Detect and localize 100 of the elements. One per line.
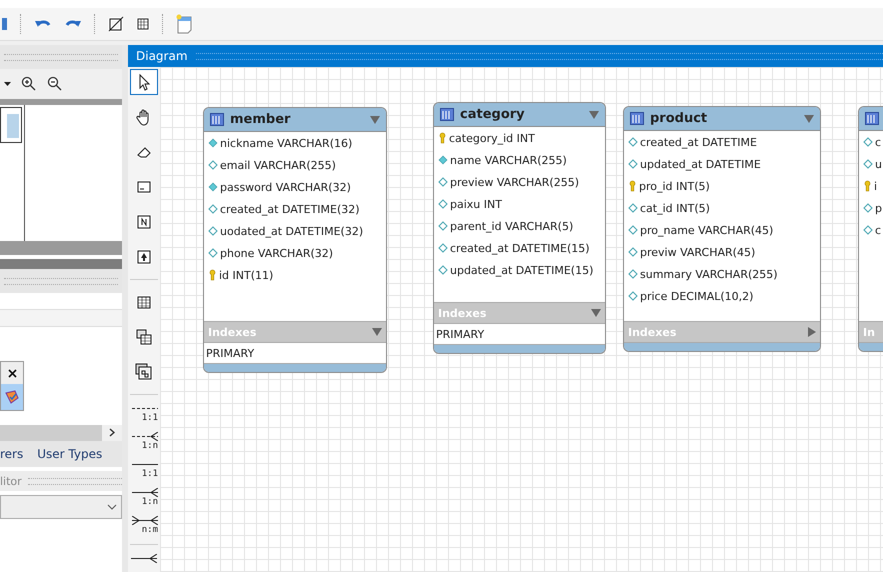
column-label: updated_at DATETIME(15) xyxy=(450,264,594,276)
column-label: i xyxy=(874,180,878,192)
collapse-triangle-icon[interactable] xyxy=(370,116,380,124)
search-field[interactable] xyxy=(0,310,122,327)
column-label: cat_id INT(5) xyxy=(640,202,710,214)
indexes-label: Indexes xyxy=(438,306,488,320)
table-card[interactable]: c u i p c In xyxy=(858,106,883,352)
note-tool-icon xyxy=(135,213,153,231)
column-label: previw VARCHAR(45) xyxy=(640,246,756,258)
grid-icon[interactable] xyxy=(136,17,150,31)
chevron-right-icon xyxy=(109,428,115,437)
table-card[interactable]: category category_id INT name VARCHAR(255) preview VARCHAR(255) paixu INT parent_id VARCHAR(5) created_at DATETIME(15) updated_at DATETIME(15) Indexes PRIMARY xyxy=(433,102,606,354)
image-tool-icon xyxy=(135,248,153,266)
relationship-tool[interactable]: 1:1 xyxy=(130,404,158,423)
column-label: created_at DATETIME xyxy=(640,136,757,148)
scrollbar-thumb[interactable] xyxy=(0,425,102,441)
diamond-icon xyxy=(208,182,218,192)
diamond-outline-icon xyxy=(628,137,638,147)
diamond-outline-icon xyxy=(438,243,448,253)
indexes-label: Indexes xyxy=(208,326,258,338)
relationship-line-icon xyxy=(132,432,158,441)
column-label: parent_id VARCHAR(5) xyxy=(450,220,574,232)
collapse-triangle-icon[interactable] xyxy=(589,110,599,118)
relationship-line-icon xyxy=(131,554,157,563)
panel-tab[interactable]: rers xyxy=(0,447,24,461)
diamond-outline-icon xyxy=(863,159,873,169)
key-icon xyxy=(863,180,872,192)
panel-tab[interactable]: User Types xyxy=(37,447,102,461)
key-icon xyxy=(628,180,637,192)
diamond-outline-icon xyxy=(208,248,218,258)
table-name: category xyxy=(460,107,526,122)
collapse-triangle-icon[interactable] xyxy=(372,328,382,336)
collapse-triangle-icon[interactable] xyxy=(591,309,601,317)
table-card[interactable]: product created_at DATETIME updated_at DATETIME pro_id INT(5) cat_id INT(5) pro_name VARCHAR(45) previw VARCHAR(45) summary VARCHAR(255) price DECIMAL(10,2) Indexes xyxy=(623,106,821,352)
relationship-tool[interactable]: 1:1 xyxy=(130,460,158,479)
relationship-tool[interactable]: n:m xyxy=(130,516,158,535)
relationship-line-icon xyxy=(132,516,158,525)
diamond-outline-icon xyxy=(863,225,873,235)
tool-button[interactable] xyxy=(130,69,158,95)
diamond-outline-icon xyxy=(863,137,873,147)
column-label: c xyxy=(875,224,882,236)
column-label: updated_at DATETIME xyxy=(640,158,761,170)
relationship-tool[interactable]: 1:n xyxy=(130,432,158,451)
toggle-grid-icon[interactable] xyxy=(108,16,124,32)
diamond-outline-icon xyxy=(628,247,638,257)
diamond-outline-icon xyxy=(208,160,218,170)
column-label: password VARCHAR(32) xyxy=(220,180,351,194)
column-label: email VARCHAR(255) xyxy=(220,158,336,172)
diamond-outline-icon xyxy=(208,226,218,236)
table-card[interactable]: member nickname VARCHAR(16) email VARCHAR(255) password VARCHAR(32) created_at DATETIME(32) uodated_at DATETIME(32) phone VARCHAR(32) id INT(11) Indexes PRIMARY xyxy=(203,107,387,373)
column-label: u xyxy=(875,158,882,170)
new-diagram-icon[interactable] xyxy=(176,14,192,34)
panel-title: Diagram xyxy=(136,49,188,63)
chevron-down-icon xyxy=(107,504,117,510)
index-label: PRIMARY xyxy=(436,328,484,340)
collapse-triangle-icon[interactable] xyxy=(804,114,814,122)
index-label: PRIMARY xyxy=(206,346,254,360)
column-label: name VARCHAR(255) xyxy=(450,154,567,166)
diamond-outline-icon xyxy=(628,159,638,169)
pencil-icon[interactable] xyxy=(5,390,19,404)
diamond-outline-icon xyxy=(438,265,448,275)
diagram-canvas[interactable] xyxy=(160,67,883,572)
column-label: pro_id INT(5) xyxy=(639,180,710,192)
relationship-line-icon xyxy=(132,488,158,497)
diamond-outline-icon xyxy=(438,177,448,187)
table-icon xyxy=(630,112,644,125)
key-icon xyxy=(438,132,447,144)
diamond-icon xyxy=(438,155,448,165)
routine-tool-icon xyxy=(135,363,153,381)
column-label: category_id INT xyxy=(449,132,535,144)
view-tool-icon xyxy=(135,328,153,346)
column-label: summary VARCHAR(255) xyxy=(640,268,778,280)
column-label: p xyxy=(875,202,882,214)
column-label: c xyxy=(875,136,882,148)
diamond-outline-icon xyxy=(628,225,638,235)
close-button[interactable] xyxy=(1,362,23,384)
key-icon xyxy=(208,269,217,281)
column-label: phone VARCHAR(32) xyxy=(220,246,334,260)
table-name: product xyxy=(650,111,708,126)
table-icon xyxy=(210,113,224,126)
section-title: litor xyxy=(0,474,22,488)
indexes-label: Indexes xyxy=(628,326,678,338)
relationship-tool[interactable]: 1:n xyxy=(130,488,158,507)
column-label: created_at DATETIME(32) xyxy=(220,202,360,216)
table-icon xyxy=(865,112,879,125)
zoom-out-icon[interactable] xyxy=(47,76,63,92)
diamond-outline-icon xyxy=(628,203,638,213)
indexes-label: In xyxy=(863,326,876,338)
column-label: paixu INT xyxy=(450,198,502,210)
zoom-in-icon[interactable] xyxy=(21,76,37,92)
column-label: pro_name VARCHAR(45) xyxy=(640,224,774,236)
expand-triangle-icon[interactable] xyxy=(808,327,816,337)
table-icon xyxy=(440,108,454,121)
diamond-icon xyxy=(208,138,218,148)
dropdown-caret-icon[interactable] xyxy=(4,82,11,86)
table-name: member xyxy=(230,112,292,127)
column-label: nickname VARCHAR(16) xyxy=(220,136,352,150)
column-label: price DECIMAL(10,2) xyxy=(640,290,754,302)
diamond-outline-icon xyxy=(438,199,448,209)
diamond-outline-icon xyxy=(438,221,448,231)
